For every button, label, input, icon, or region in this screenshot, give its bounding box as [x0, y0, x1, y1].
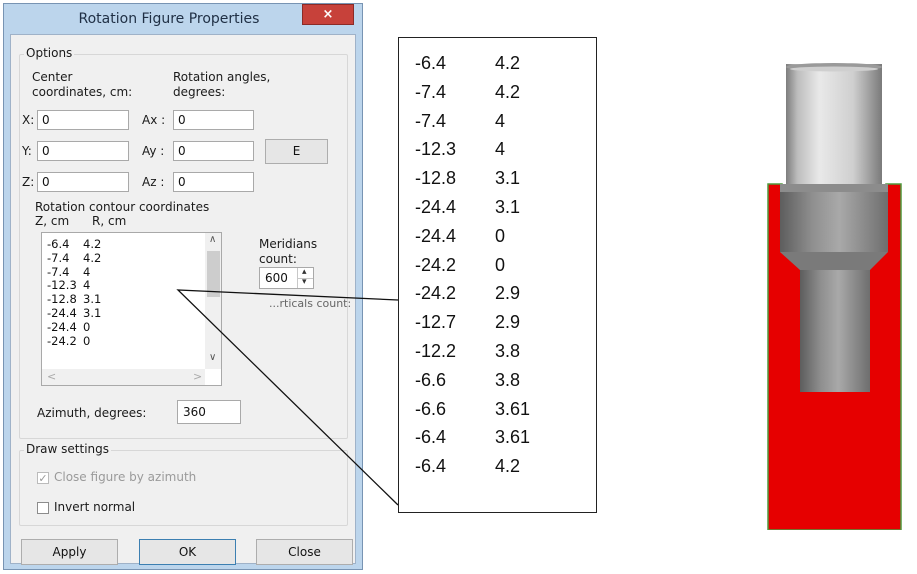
- lower-stem: [800, 252, 870, 392]
- collar-top-edge: [780, 184, 888, 192]
- callout-coordinates-box: -6.4 4.2 -7.4 4.2 -7.4 4 -12.3 4 -12.8 3.1 -24.4 3.…: [398, 37, 597, 513]
- callout-z-value: -12.7: [415, 312, 457, 333]
- callout-z-value: -12.3: [415, 139, 457, 160]
- callout-r-value: 3.8: [495, 341, 521, 361]
- callout-z-value: -6.6: [415, 369, 447, 390]
- callout-r-value: 3.1: [495, 168, 521, 189]
- callout-z-value: -6.4: [415, 53, 447, 73]
- callout-r-value: 4: [495, 110, 506, 131]
- rotation-figure-render: [767, 63, 902, 530]
- callout-r-value: 2.9: [495, 283, 521, 304]
- collar-band: [780, 184, 888, 252]
- callout-r-value: 3.61: [495, 427, 531, 448]
- callout-r-value: 2.9: [495, 312, 521, 333]
- callout-pointer-lines: [176, 289, 399, 506]
- callout-z-value: -24.2: [415, 254, 457, 275]
- callout-r-value: 0: [495, 225, 506, 246]
- callout-z-value: -24.2: [415, 283, 457, 304]
- callout-z-value: -12.8: [415, 168, 457, 189]
- callout-z-value: -24.4: [415, 225, 457, 246]
- top-cap-inner: [790, 66, 878, 72]
- callout-z-value: -6.4: [415, 456, 447, 477]
- callout-r-value: 4: [495, 139, 506, 160]
- callout-r-value: 3.8: [495, 369, 521, 390]
- callout-r-value: 3.61: [495, 398, 531, 419]
- callout-z-value: -7.4: [415, 110, 447, 131]
- callout-r-value: 4.2: [495, 456, 521, 477]
- inner-red-fill: [790, 392, 880, 522]
- callout-r-value: 3.1: [495, 197, 521, 217]
- callout-z-value: -7.4: [415, 81, 447, 102]
- callout-z-value: -6.6: [415, 398, 447, 419]
- callout-r-value: 4.2: [495, 53, 521, 73]
- callout-z-value: -12.2: [415, 341, 457, 361]
- top-cylinder: [786, 64, 882, 184]
- callout-z-value: -6.4: [415, 427, 447, 448]
- callout-r-value: 4.2: [495, 81, 521, 102]
- callout-r-value: 0: [495, 254, 506, 275]
- callout-z-value: -24.4: [415, 197, 457, 217]
